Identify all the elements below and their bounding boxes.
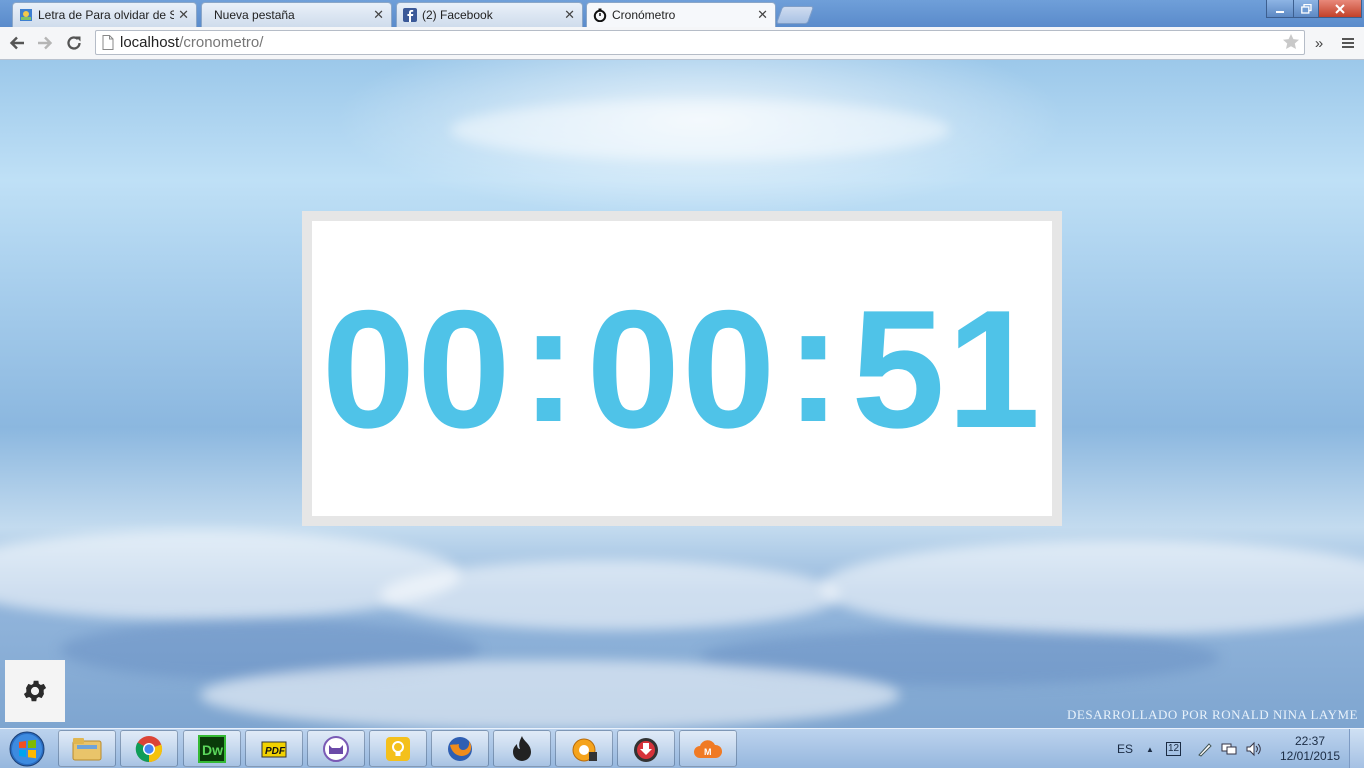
tab-close-icon[interactable]: ✕: [178, 7, 189, 23]
stopwatch-icon: [593, 8, 607, 22]
taskbar-folder[interactable]: [58, 730, 116, 767]
network-icon[interactable]: [1221, 729, 1237, 768]
url-path: /cronometro/: [179, 34, 264, 51]
back-arrow-icon: [9, 36, 24, 50]
tab-new[interactable]: Nueva pestaña ✕: [201, 2, 392, 27]
forward-button[interactable]: [34, 32, 56, 54]
taskbar-chrome[interactable]: [120, 730, 178, 767]
taskbar-firefox[interactable]: [431, 730, 489, 767]
credit-text: DESARROLLADO POR RONALD NINA LAYME: [1067, 707, 1358, 722]
cloud: [380, 560, 840, 630]
browser-toolbar: localhost/cronometro/ »: [0, 27, 1364, 60]
stopwatch-time: 00 : 00 : 51: [321, 274, 1043, 463]
taskbar-cloud-app[interactable]: M: [679, 730, 737, 767]
system-clock[interactable]: 22:37 12/01/2015: [1274, 734, 1346, 764]
timer-hours: 00: [321, 274, 513, 463]
tab-label: Nueva pestaña: [214, 8, 295, 22]
new-tab-button[interactable]: [775, 6, 815, 24]
back-button[interactable]: [6, 32, 28, 54]
page-icon: [102, 35, 114, 50]
tray-badge-count: 12: [1166, 742, 1182, 756]
stopwatch-frame: 00 : 00 : 51: [302, 211, 1062, 526]
extensions-overflow-button[interactable]: »: [1310, 32, 1328, 54]
windows-start-icon: [9, 731, 45, 767]
cloud: [0, 530, 460, 620]
tray-flag-icon[interactable]: [1197, 729, 1213, 768]
pdf-icon: PDF: [261, 741, 287, 757]
taskbar: Dw PDF M ES ▲ 12 22:37 12/01/2015: [0, 728, 1364, 768]
taskbar-fire-app[interactable]: [493, 730, 551, 767]
reload-icon: [67, 36, 81, 50]
browser-titlebar: Letra de Para olvidar de Se ✕ Nueva pest…: [0, 0, 1364, 27]
chrome-icon: [135, 735, 163, 762]
stopwatch-display: 00 : 00 : 51: [312, 221, 1052, 516]
show-desktop-button[interactable]: [1349, 729, 1364, 768]
settings-button[interactable]: [5, 660, 65, 722]
tab-facebook[interactable]: (2) Facebook ✕: [396, 2, 583, 27]
reload-button[interactable]: [63, 32, 85, 54]
restore-button[interactable]: [1293, 0, 1319, 18]
cloud: [450, 100, 950, 160]
address-bar[interactable]: localhost/cronometro/: [95, 30, 1305, 55]
cloud: [820, 540, 1364, 635]
fire-icon: [513, 735, 531, 761]
facebook-icon: [403, 8, 417, 22]
taskbar-pdf[interactable]: PDF: [245, 730, 303, 767]
menu-button[interactable]: [1337, 32, 1359, 54]
svg-text:M: M: [704, 747, 712, 757]
purple-cat-icon: [323, 735, 349, 762]
media-player-icon: [572, 738, 597, 761]
taskbar-downloader[interactable]: [617, 730, 675, 767]
tab-close-icon[interactable]: ✕: [564, 7, 575, 23]
timer-minutes: 00: [586, 274, 778, 463]
clock-date: 12/01/2015: [1279, 749, 1341, 763]
lightbulb-icon: [386, 736, 410, 761]
tab-label: (2) Facebook: [422, 8, 493, 22]
tab-lyrics[interactable]: Letra de Para olvidar de Se ✕: [12, 2, 197, 27]
tab-close-icon[interactable]: ✕: [373, 7, 384, 23]
tab-label: Cronómetro: [612, 8, 676, 22]
taskbar-media-player[interactable]: [555, 730, 613, 767]
timer-seconds: 51: [851, 274, 1043, 463]
lyrics-site-icon: [19, 8, 33, 22]
minimize-button[interactable]: [1266, 0, 1294, 18]
dreamweaver-icon: Dw: [198, 734, 226, 763]
show-hidden-icons-button[interactable]: ▲: [1146, 729, 1154, 768]
svg-text:Dw: Dw: [202, 742, 223, 758]
cloud-m-icon: M: [694, 739, 723, 758]
close-window-button[interactable]: [1318, 0, 1362, 18]
taskbar-lightbulb-app[interactable]: [369, 730, 427, 767]
timer-separator: :: [785, 268, 844, 457]
language-indicator[interactable]: ES: [1117, 729, 1133, 768]
volume-icon[interactable]: [1245, 729, 1263, 768]
tab-close-icon[interactable]: ✕: [757, 7, 768, 23]
folder-icon: [72, 737, 102, 760]
cloud: [200, 660, 900, 728]
tab-cronometro[interactable]: Cronómetro ✕: [586, 2, 776, 27]
forward-arrow-icon: [38, 36, 53, 50]
tab-label: Letra de Para olvidar de Se: [38, 8, 174, 22]
download-icon: [634, 737, 658, 762]
gear-icon: [23, 680, 47, 702]
start-button[interactable]: [4, 730, 50, 768]
taskbar-dreamweaver[interactable]: Dw: [183, 730, 241, 767]
bookmark-star-icon[interactable]: [1282, 33, 1300, 56]
taskbar-cat-app[interactable]: [307, 730, 365, 767]
tray-badge[interactable]: 12: [1166, 729, 1182, 768]
clock-time: 22:37: [1294, 734, 1326, 748]
url-host: localhost: [120, 34, 180, 51]
firefox-icon: [448, 736, 472, 761]
svg-text:PDF: PDF: [265, 746, 286, 757]
page-background: 00 : 00 : 51 DESARROLLADO POR RONALD NIN…: [0, 60, 1364, 728]
url-text: localhost/cronometro/: [120, 34, 263, 51]
hamburger-menu-icon: [1342, 38, 1354, 48]
timer-separator: :: [520, 268, 579, 457]
